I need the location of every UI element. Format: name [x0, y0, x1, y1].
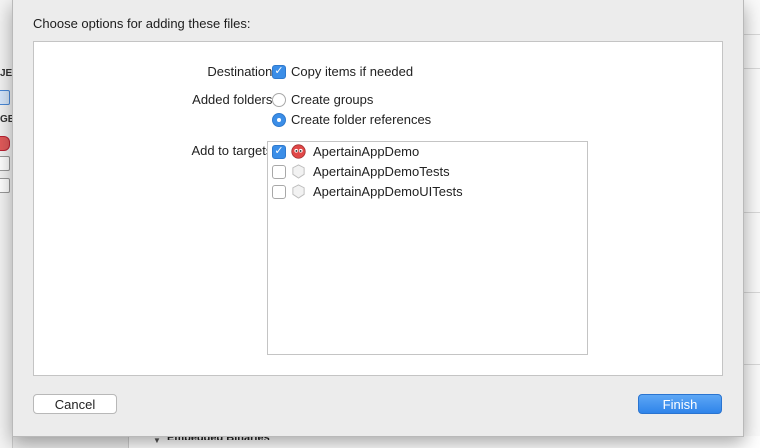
add-files-sheet: Choose options for adding these files: D… — [12, 0, 744, 437]
test-target-icon — [292, 184, 305, 199]
checkbox-checked-icon[interactable]: ✓ — [272, 144, 286, 159]
checkbox-checked-icon: ✓ — [272, 64, 286, 79]
create-groups-label: Create groups — [291, 92, 374, 107]
create-folder-references-radio[interactable]: Create folder references — [272, 112, 431, 127]
target-name: ApertainAppDemoTests — [313, 164, 450, 179]
app-target-icon — [291, 144, 306, 159]
checkbox-unchecked-icon[interactable] — [272, 164, 286, 179]
options-panel: Destination: ✓ Copy items if needed Adde… — [33, 41, 723, 376]
sheet-title: Choose options for adding these files: — [33, 16, 251, 31]
file-icon — [0, 178, 10, 193]
added-folders-label: Added folders: — [192, 92, 276, 107]
background-editor-bottom: ▼ Embedded Binaries — [128, 432, 760, 448]
test-target-icon — [292, 164, 305, 179]
target-name: ApertainAppDemoUITests — [313, 184, 463, 199]
app-icon — [0, 136, 10, 151]
targets-list[interactable]: ✓ ApertainAppDemo ApertainAppDemoTests A… — [267, 141, 588, 355]
create-folder-references-label: Create folder references — [291, 112, 432, 127]
navigator-fragment: JE — [0, 68, 13, 79]
finish-button[interactable]: Finish — [638, 394, 722, 414]
radio-unselected-icon — [272, 92, 286, 107]
target-row[interactable]: ApertainAppDemoUITests — [272, 184, 463, 199]
copy-items-checkbox[interactable]: ✓ Copy items if needed — [272, 64, 413, 79]
disclosure-triangle-icon: ▼ — [153, 436, 161, 445]
destination-label: Destination: — [207, 64, 276, 79]
radio-selected-icon — [272, 112, 286, 127]
target-row[interactable]: ApertainAppDemoTests — [272, 164, 450, 179]
copy-items-label: Copy items if needed — [291, 64, 414, 79]
cancel-button[interactable]: Cancel — [33, 394, 117, 414]
checkbox-unchecked-icon[interactable] — [272, 184, 286, 199]
add-to-targets-label: Add to targets: — [191, 143, 276, 158]
target-row[interactable]: ✓ ApertainAppDemo — [272, 144, 419, 159]
file-icon — [0, 90, 10, 105]
target-name: ApertainAppDemo — [313, 144, 420, 159]
file-icon — [0, 156, 10, 171]
create-groups-radio[interactable]: Create groups — [272, 92, 373, 107]
